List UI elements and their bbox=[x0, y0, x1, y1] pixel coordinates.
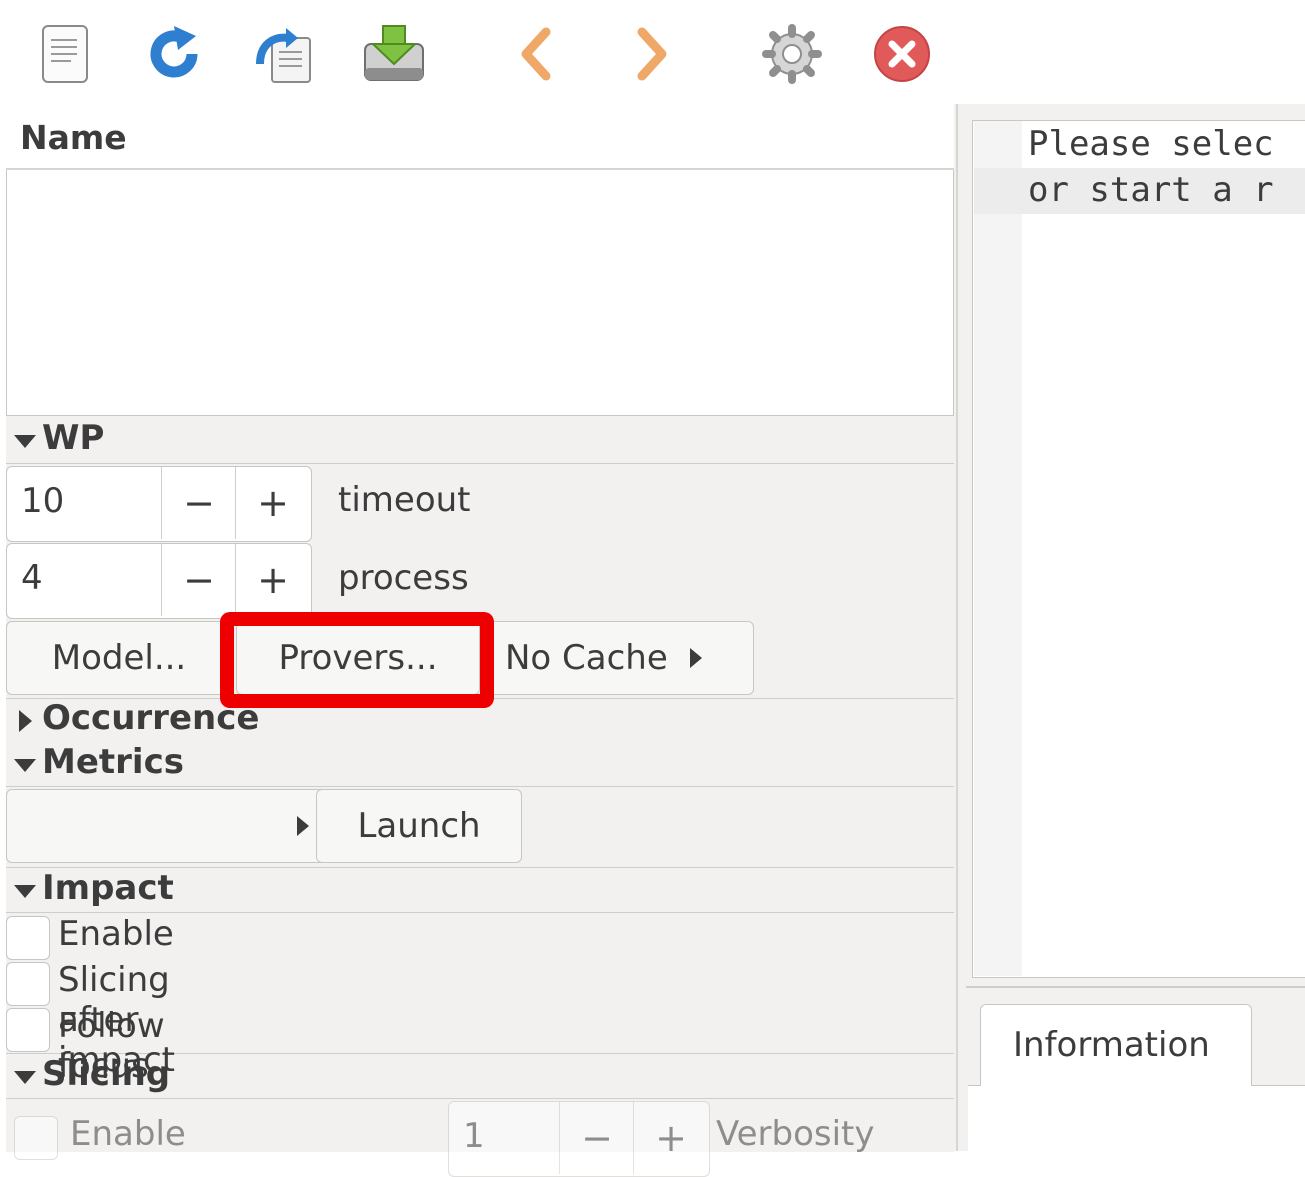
reparse-icon bbox=[256, 28, 311, 83]
name-column-header[interactable]: Name bbox=[6, 104, 954, 170]
verbosity-value[interactable]: 1 bbox=[463, 1116, 485, 1156]
expanded-arrow-icon bbox=[14, 759, 36, 772]
verbosity-decrement-button[interactable]: − bbox=[559, 1102, 634, 1174]
metrics-selector[interactable] bbox=[6, 789, 338, 863]
expanded-arrow-icon bbox=[14, 435, 36, 448]
back-button[interactable] bbox=[502, 20, 570, 88]
metrics-section-header[interactable]: Metrics bbox=[6, 742, 954, 788]
verbosity-label: Verbosity bbox=[716, 1114, 875, 1154]
process-label: process bbox=[338, 558, 469, 598]
slicing-section-title: Slicing bbox=[42, 1054, 171, 1094]
timeout-spinner[interactable]: 10 − + bbox=[6, 466, 312, 542]
forward-icon bbox=[637, 27, 667, 81]
provers-highlight-box bbox=[220, 612, 494, 708]
cache-mode-button[interactable]: No Cache bbox=[482, 621, 754, 695]
information-panel bbox=[968, 1085, 1305, 1151]
save-icon bbox=[364, 25, 424, 81]
forward-button[interactable] bbox=[618, 20, 686, 88]
refresh-button[interactable] bbox=[140, 20, 208, 88]
slicing-enable-checkbox[interactable] bbox=[14, 1116, 58, 1160]
process-decrement-button[interactable]: − bbox=[161, 544, 236, 616]
tab-information[interactable]: Information bbox=[980, 1004, 1252, 1086]
name-column-label: Name bbox=[20, 118, 127, 157]
tab-information-label: Information bbox=[1013, 1025, 1210, 1065]
process-spinner[interactable]: 4 − + bbox=[6, 543, 312, 619]
document-button[interactable] bbox=[31, 20, 99, 88]
reparse-button[interactable] bbox=[250, 20, 318, 88]
impact-section-header[interactable]: Impact bbox=[6, 868, 954, 914]
slicing-section-header[interactable]: Slicing bbox=[6, 1054, 954, 1100]
wp-section-title: WP bbox=[42, 418, 105, 458]
verbosity-spinner[interactable]: 1 − + bbox=[448, 1101, 710, 1177]
collapsed-arrow-icon bbox=[19, 710, 32, 732]
timeout-increment-button[interactable]: + bbox=[235, 467, 310, 539]
timeout-label: timeout bbox=[338, 480, 471, 520]
launch-button[interactable]: Launch bbox=[316, 789, 522, 863]
process-value[interactable]: 4 bbox=[21, 558, 43, 598]
wp-section-header[interactable]: WP bbox=[6, 418, 954, 464]
process-increment-button[interactable]: + bbox=[235, 544, 310, 616]
menu-arrow-icon bbox=[297, 816, 309, 836]
timeout-value[interactable]: 10 bbox=[21, 481, 64, 521]
slicing-enable-label: Enable bbox=[70, 1114, 186, 1154]
expanded-arrow-icon bbox=[14, 885, 36, 898]
timeout-decrement-button[interactable]: − bbox=[161, 467, 236, 539]
refresh-icon bbox=[150, 26, 198, 78]
cache-mode-label: No Cache bbox=[505, 638, 668, 678]
model-button[interactable]: Model... bbox=[6, 621, 232, 695]
line-gutter bbox=[974, 121, 1022, 976]
settings-button[interactable] bbox=[758, 20, 826, 88]
impact-section-title: Impact bbox=[42, 868, 174, 908]
expanded-arrow-icon bbox=[14, 1071, 36, 1084]
exit-button[interactable] bbox=[868, 20, 936, 88]
document-icon bbox=[42, 25, 88, 83]
slicing-after-impact-checkbox[interactable] bbox=[6, 962, 50, 1006]
exit-icon bbox=[874, 26, 930, 82]
follow-focus-checkbox[interactable] bbox=[6, 1008, 50, 1052]
impact-enable-label: Enable bbox=[58, 914, 174, 954]
source-text-line-1: Please selec bbox=[1028, 124, 1274, 164]
impact-enable-checkbox[interactable] bbox=[6, 916, 50, 960]
toolbar bbox=[0, 0, 1305, 104]
metrics-section-title: Metrics bbox=[42, 742, 184, 782]
verbosity-increment-button[interactable]: + bbox=[633, 1102, 708, 1174]
back-icon bbox=[521, 27, 551, 81]
save-button[interactable] bbox=[360, 20, 428, 88]
settings-icon bbox=[762, 24, 822, 84]
menu-arrow-icon bbox=[689, 648, 702, 668]
source-text-line-2: or start a r bbox=[1028, 170, 1274, 210]
